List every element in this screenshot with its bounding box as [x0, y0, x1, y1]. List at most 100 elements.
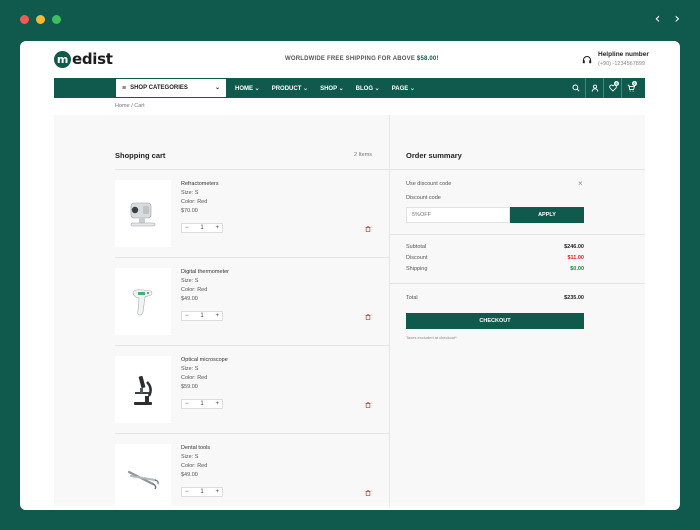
logo-text: edist	[72, 50, 113, 68]
search-button[interactable]	[567, 78, 585, 98]
column-divider	[389, 115, 390, 510]
checkout-button[interactable]: CHECKOUT	[406, 313, 584, 329]
apply-button[interactable]: APPLY	[510, 207, 584, 223]
cart-page-content: Shopping cart 2 Items Refractometers Siz…	[54, 115, 645, 510]
cart-item: Optical microscope Size: S Color: Red $5…	[115, 346, 389, 434]
product-price: $49.00	[181, 296, 198, 302]
headset-icon	[582, 56, 592, 64]
decrease-button[interactable]: −	[185, 401, 189, 407]
cart-title: Shopping cart	[115, 151, 166, 160]
cart-item: Dental tools Size: S Color: Red $49.00 −…	[115, 434, 389, 510]
trash-icon[interactable]	[365, 226, 371, 232]
wishlist-button[interactable]: 0	[603, 78, 621, 98]
divider	[390, 283, 645, 284]
quantity-value[interactable]: 1	[200, 225, 203, 231]
total-label: Total	[406, 295, 418, 301]
back-arrow-icon[interactable]: ‹	[655, 11, 661, 27]
divider	[390, 169, 645, 170]
logo-mark: m	[54, 50, 71, 68]
subtotal-value: $246.00	[564, 244, 584, 250]
divider	[390, 234, 645, 235]
quantity-stepper: − 1 +	[181, 487, 223, 497]
subtotal-row: Subtotal $246.00	[406, 244, 584, 250]
nav-blog[interactable]: BLOG ⌄	[356, 85, 380, 92]
total-row: Total $235.00	[406, 295, 584, 301]
account-button[interactable]	[585, 78, 603, 98]
product-name[interactable]: Digital thermometer	[181, 269, 229, 275]
product-color: Color: Red	[181, 199, 208, 205]
product-image[interactable]	[115, 356, 171, 423]
nav-product[interactable]: PRODUCT ⌄	[272, 85, 308, 92]
helpline-title: Helpline number	[598, 51, 649, 58]
microscope-icon	[134, 375, 152, 405]
discount-label: Discount	[406, 255, 428, 261]
helpline-phone[interactable]: (+90) -1234567899	[598, 61, 645, 67]
trash-icon[interactable]	[365, 402, 371, 408]
total-value: $235.00	[564, 295, 584, 301]
increase-button[interactable]: +	[215, 489, 219, 495]
header-tools: 0 0	[567, 78, 639, 98]
nav-shop[interactable]: SHOP ⌄	[320, 85, 344, 92]
thermometer-icon	[132, 288, 153, 315]
minimize-window-button[interactable]	[36, 15, 45, 24]
product-image[interactable]	[115, 268, 171, 335]
product-image[interactable]	[115, 180, 171, 247]
trash-icon[interactable]	[365, 490, 371, 496]
close-window-button[interactable]	[20, 15, 29, 24]
chevron-down-icon: ⌄	[214, 85, 220, 91]
maximize-window-button[interactable]	[52, 15, 61, 24]
product-price: $49.00	[181, 472, 198, 478]
quantity-value[interactable]: 1	[200, 489, 203, 495]
dental-tools-icon	[127, 470, 159, 489]
increase-button[interactable]: +	[215, 225, 219, 231]
increase-button[interactable]: +	[215, 401, 219, 407]
decrease-button[interactable]: −	[185, 313, 189, 319]
product-price: $59.00	[181, 384, 198, 390]
decrease-button[interactable]: −	[185, 225, 189, 231]
product-size: Size: S	[181, 190, 199, 196]
user-icon	[591, 84, 598, 92]
discount-value: $11.00	[567, 255, 584, 261]
breadcrumb[interactable]: Home / Cart	[115, 103, 145, 109]
forward-arrow-icon[interactable]: ›	[674, 11, 680, 27]
product-image[interactable]	[115, 444, 171, 510]
nav-home[interactable]: HOME ⌄	[235, 85, 260, 92]
browser-page: m edist WORLDWIDE FREE SHIPPING FOR ABOV…	[20, 41, 680, 510]
tax-note: Taxes excluded at checkout*	[406, 335, 457, 340]
shipping-text: WORLDWIDE FREE SHIPPING FOR ABOVE	[285, 56, 417, 62]
close-icon[interactable]: ×	[578, 179, 583, 188]
shipping-value: $0.00	[570, 266, 584, 272]
page-fade	[20, 502, 680, 510]
cart-item: Refractometers Size: S Color: Red $70.00…	[115, 170, 389, 258]
menu-icon: ≡	[122, 84, 127, 92]
shipping-row: Shipping $0.00	[406, 266, 584, 272]
quantity-value[interactable]: 1	[200, 313, 203, 319]
product-size: Size: S	[181, 454, 199, 460]
search-icon	[572, 84, 580, 92]
refractometer-icon	[130, 202, 156, 226]
product-name[interactable]: Dental tools	[181, 445, 210, 451]
quantity-value[interactable]: 1	[200, 401, 203, 407]
product-color: Color: Red	[181, 287, 208, 293]
cart-button[interactable]: 0	[621, 78, 639, 98]
cart-item-count: 2 Items	[354, 152, 373, 158]
cart-item: Digital thermometer Size: S Color: Red $…	[115, 258, 389, 346]
product-color: Color: Red	[181, 375, 208, 381]
increase-button[interactable]: +	[215, 313, 219, 319]
discount-code-input[interactable]	[406, 207, 510, 223]
site-logo[interactable]: m edist	[54, 50, 113, 68]
discount-toggle[interactable]: Use discount code	[406, 181, 451, 187]
nav-menu: HOME ⌄ PRODUCT ⌄ SHOP ⌄ BLOG ⌄ PAGE ⌄	[235, 78, 415, 98]
quantity-stepper: − 1 +	[181, 223, 223, 233]
trash-icon[interactable]	[365, 314, 371, 320]
decrease-button[interactable]: −	[185, 489, 189, 495]
window-controls	[20, 15, 61, 24]
product-name[interactable]: Optical microscope	[181, 357, 228, 363]
shop-categories-dropdown[interactable]: ≡ SHOP CATEGORIES ⌄	[116, 78, 226, 98]
product-price: $70.00	[181, 208, 198, 214]
site-header: m edist WORLDWIDE FREE SHIPPING FOR ABOV…	[20, 41, 680, 77]
product-name[interactable]: Refractometers	[181, 181, 219, 187]
quantity-stepper: − 1 +	[181, 399, 223, 409]
nav-page[interactable]: PAGE ⌄	[392, 85, 415, 92]
product-color: Color: Red	[181, 463, 208, 469]
